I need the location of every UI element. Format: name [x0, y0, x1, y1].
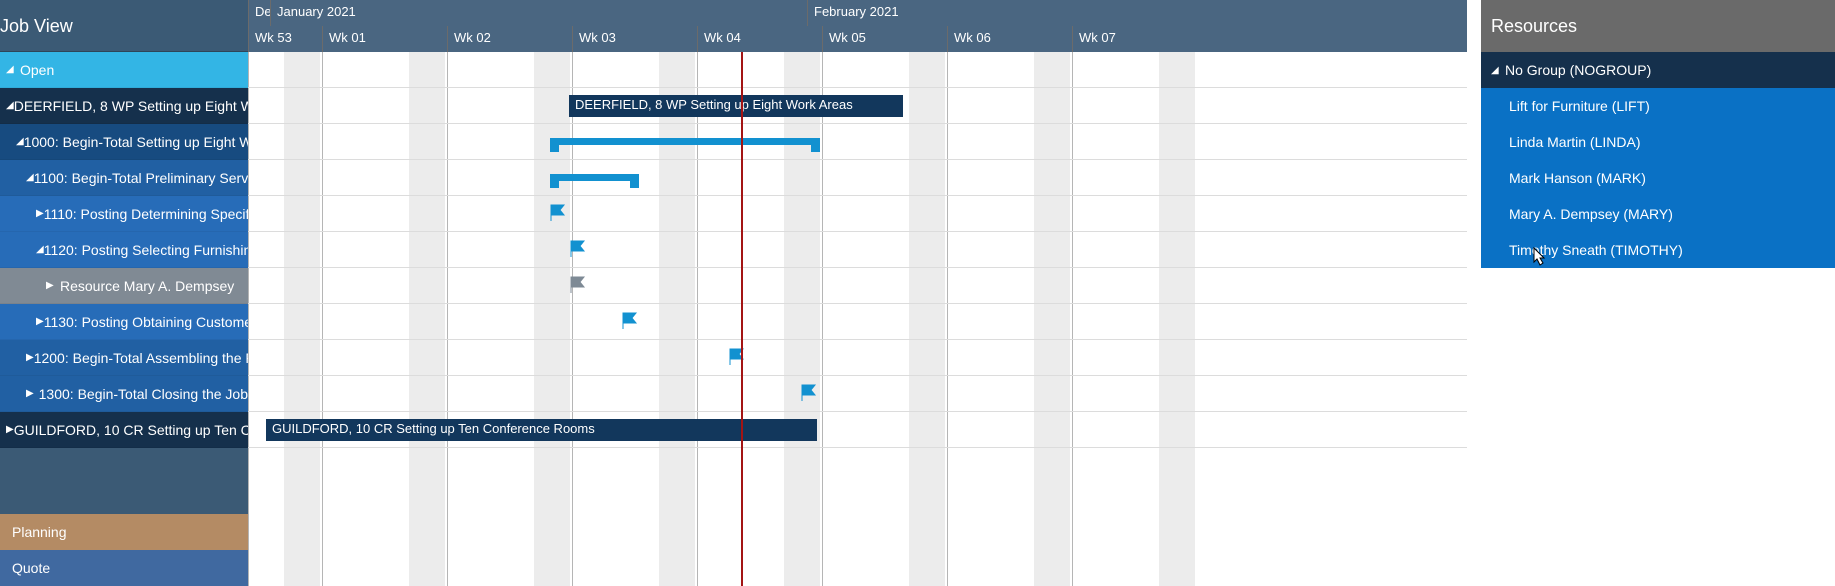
gantt-row[interactable] [248, 52, 1467, 88]
expand-icon: ◢ [1491, 65, 1505, 76]
footer-quote[interactable]: Quote [0, 550, 248, 586]
week-header: Wk 07 [1072, 26, 1197, 52]
job-view-sidebar: Job View ◢ Open ◢ DEERFIELD, 8 WP Settin… [0, 0, 248, 586]
tree-row-1100[interactable]: ◢ 1100: Begin-Total Preliminary Services [0, 160, 248, 196]
collapsed-icon: ▶ [6, 424, 14, 435]
tree-row-open[interactable]: ◢ Open [0, 52, 248, 88]
sidebar-title: Job View [0, 0, 248, 52]
month-header: De [248, 0, 270, 26]
milestone-flag-icon[interactable] [550, 204, 568, 222]
gantt-body[interactable]: DEERFIELD, 8 WP Setting up Eight Work Ar… [248, 52, 1467, 586]
collapsed-icon: ▶ [26, 388, 39, 399]
tree-row-label: 1130: Posting Obtaining Customer Approva… [44, 314, 248, 330]
gantt-row[interactable] [248, 124, 1467, 160]
footer-planning[interactable]: Planning [0, 514, 248, 550]
resource-label: Lift for Furniture (LIFT) [1509, 98, 1650, 114]
summary-bar[interactable] [550, 174, 639, 181]
week-header: Wk 04 [697, 26, 822, 52]
resource-item[interactable]: Timothy Sneath (TIMOTHY) [1481, 232, 1835, 268]
tree-row-1300[interactable]: ▶ 1300: Begin-Total Closing the Job [0, 376, 248, 412]
collapsed-icon: ▶ [26, 352, 34, 363]
resource-group-label: No Group (NOGROUP) [1505, 62, 1651, 78]
milestone-flag-icon[interactable] [801, 384, 819, 402]
tree-row-label: 1110: Posting Determining Specifications [44, 206, 248, 222]
collapsed-icon: ▶ [36, 316, 44, 327]
tree-row-label: DEERFIELD, 8 WP Setting up Eight Work Ar… [14, 98, 248, 114]
week-header: Wk 06 [947, 26, 1072, 52]
milestone-flag-icon[interactable] [622, 312, 640, 330]
week-header: Wk 05 [822, 26, 947, 52]
week-header: Wk 02 [447, 26, 572, 52]
tree-row-1000[interactable]: ◢ 1000: Begin-Total Setting up Eight Wor… [0, 124, 248, 160]
milestone-flag-icon[interactable] [570, 276, 588, 294]
month-header: February 2021 [807, 0, 1187, 26]
resource-label: Timothy Sneath (TIMOTHY) [1509, 242, 1683, 258]
task-bar[interactable]: GUILDFORD, 10 CR Setting up Ten Conferen… [266, 419, 817, 441]
week-header: Wk 03 [572, 26, 697, 52]
week-header: Wk 01 [322, 26, 447, 52]
milestone-flag-icon[interactable] [729, 348, 747, 366]
month-header: January 2021 [270, 0, 807, 26]
timeline-header: DeJanuary 2021February 2021 Wk 53Wk 01Wk… [248, 0, 1467, 52]
summary-bar[interactable] [550, 138, 820, 145]
resource-item[interactable]: Mary A. Dempsey (MARY) [1481, 196, 1835, 232]
tree-row-label: 1000: Begin-Total Setting up Eight Work … [24, 134, 248, 150]
expand-icon: ◢ [36, 244, 44, 255]
gantt-row[interactable] [248, 376, 1467, 412]
gantt-row[interactable] [248, 160, 1467, 196]
week-header: Wk 53 [248, 26, 322, 52]
gantt-chart[interactable]: DeJanuary 2021February 2021 Wk 53Wk 01Wk… [248, 0, 1467, 586]
today-line [741, 52, 743, 586]
resource-label: Mary A. Dempsey (MARY) [1509, 206, 1673, 222]
task-bar[interactable]: DEERFIELD, 8 WP Setting up Eight Work Ar… [569, 95, 903, 117]
tree-row-label: GUILDFORD, 10 CR Setting up Ten Conferen… [14, 422, 248, 438]
expand-icon: ◢ [6, 64, 20, 75]
collapsed-icon: ▶ [36, 208, 44, 219]
tree-row-guildford[interactable]: ▶ GUILDFORD, 10 CR Setting up Ten Confer… [0, 412, 248, 448]
gantt-row[interactable] [248, 304, 1467, 340]
tree-row-1120[interactable]: ◢ 1120: Posting Selecting Furnishings [0, 232, 248, 268]
resource-label: Mark Hanson (MARK) [1509, 170, 1646, 186]
resource-label: Linda Martin (LINDA) [1509, 134, 1641, 150]
gantt-row[interactable] [248, 232, 1467, 268]
tree-row-resource-mary[interactable]: ▶ Resource Mary A. Dempsey [0, 268, 248, 304]
gantt-row[interactable]: DEERFIELD, 8 WP Setting up Eight Work Ar… [248, 88, 1467, 124]
expand-icon: ◢ [26, 172, 34, 183]
tree-row-label: 1300: Begin-Total Closing the Job [39, 386, 248, 402]
tree-row-label: 1100: Begin-Total Preliminary Services [34, 170, 248, 186]
gantt-row[interactable] [248, 268, 1467, 304]
gantt-row[interactable]: GUILDFORD, 10 CR Setting up Ten Conferen… [248, 412, 1467, 448]
job-tree: ◢ Open ◢ DEERFIELD, 8 WP Setting up Eigh… [0, 52, 248, 514]
resource-item[interactable]: Mark Hanson (MARK) [1481, 160, 1835, 196]
resource-item[interactable]: Lift for Furniture (LIFT) [1481, 88, 1835, 124]
expand-icon: ◢ [6, 100, 14, 111]
tree-row-label: 1120: Posting Selecting Furnishings [44, 242, 248, 258]
tree-row-label: Resource Mary A. Dempsey [60, 278, 234, 294]
resource-item[interactable]: Linda Martin (LINDA) [1481, 124, 1835, 160]
tree-row-label: 1200: Begin-Total Assembling the Furnitu… [34, 350, 248, 366]
tree-row-1200[interactable]: ▶ 1200: Begin-Total Assembling the Furni… [0, 340, 248, 376]
expand-icon: ◢ [16, 136, 24, 147]
resources-panel: Resources ◢ No Group (NOGROUP) Lift for … [1481, 0, 1835, 586]
resource-group[interactable]: ◢ No Group (NOGROUP) [1481, 52, 1835, 88]
tree-row-label: Open [20, 62, 54, 78]
tree-row-1130[interactable]: ▶ 1130: Posting Obtaining Customer Appro… [0, 304, 248, 340]
tree-row-deerfield[interactable]: ◢ DEERFIELD, 8 WP Setting up Eight Work … [0, 88, 248, 124]
milestone-flag-icon[interactable] [570, 240, 588, 258]
collapsed-icon: ▶ [46, 280, 60, 291]
tree-row-1110[interactable]: ▶ 1110: Posting Determining Specificatio… [0, 196, 248, 232]
gantt-row[interactable] [248, 196, 1467, 232]
resources-title: Resources [1481, 0, 1835, 52]
gantt-row[interactable] [248, 340, 1467, 376]
